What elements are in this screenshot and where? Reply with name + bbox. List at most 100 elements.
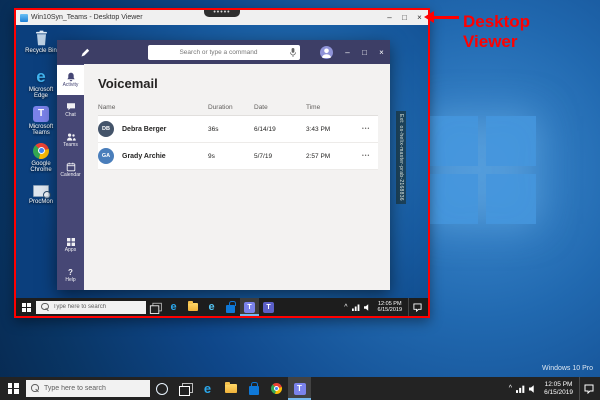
teams-titlebar[interactable]: Search or type a command – □ × [57, 40, 390, 64]
rail-label: Chat [65, 113, 76, 118]
icon-label: Microsoft Edge [21, 87, 61, 100]
avatar: DB [98, 121, 114, 137]
viewer-maximize-button[interactable]: □ [397, 10, 412, 25]
page-title: Voicemail [98, 76, 378, 91]
citrix-viewer-taskbar-icon[interactable]: T [288, 377, 311, 400]
annotation-label: Desktop Viewer [463, 12, 530, 52]
mic-icon[interactable] [290, 48, 296, 57]
network-icon[interactable] [516, 385, 525, 393]
rail-spacer [57, 185, 84, 230]
file-explorer-icon[interactable] [219, 377, 242, 400]
rail-label: Teams [63, 143, 78, 148]
rail-label: Apps [65, 248, 76, 253]
desktop-icon-edge[interactable]: e Microsoft Edge [21, 69, 61, 100]
taskbar-search[interactable]: Type here to search [36, 301, 146, 314]
viewer-titlebar[interactable]: Win10Syn_Teams - Desktop Viewer ••••• – … [16, 10, 428, 25]
teams-meeting-icon[interactable]: T [259, 298, 278, 316]
rail-label: Activity [63, 83, 79, 88]
annotation-arrow [424, 11, 434, 23]
network-icon[interactable] [352, 304, 360, 311]
voicemail-row[interactable]: GA Grady Archie 9s 5/7/19 2:57 PM ••• [98, 143, 378, 170]
teams-maximize-button[interactable]: □ [356, 40, 373, 64]
clock-time: 12:05 PM [378, 301, 402, 307]
windows-wallpaper-logo [428, 116, 536, 224]
rail-item-calendar[interactable]: Calendar [57, 155, 84, 185]
citrix-toolbar-grip[interactable]: ••••• [204, 10, 240, 17]
chat-icon [66, 102, 76, 112]
teams-titlebar-right: – □ × [320, 40, 390, 64]
cortana-icon[interactable] [156, 383, 168, 395]
store-icon[interactable] [221, 298, 240, 316]
volume-icon[interactable] [364, 304, 372, 311]
chrome-icon[interactable] [265, 377, 288, 400]
taskbar-clock[interactable]: 12:05 PM 6/15/2019 [376, 301, 404, 314]
pinned-apps: e T [196, 377, 311, 400]
rail-item-activity[interactable]: Activity [57, 65, 84, 95]
annotation-line1: Desktop [463, 12, 530, 32]
taskbar-search[interactable]: Type here to search [26, 380, 150, 397]
task-view-icon[interactable] [150, 302, 160, 311]
search-icon [41, 303, 50, 312]
action-center-icon[interactable] [579, 377, 598, 400]
teams-search-bar[interactable]: Search or type a command [148, 45, 300, 60]
rail-label: Help [65, 278, 75, 283]
icon-label: Recycle Bin [25, 48, 57, 55]
rail-item-chat[interactable]: Chat [57, 95, 84, 125]
teams-search-placeholder: Search or type a command [148, 49, 290, 56]
edge-icon: e [36, 69, 45, 85]
viewer-minimize-button[interactable]: – [382, 10, 397, 25]
store-icon[interactable] [242, 377, 265, 400]
desktop-icon-procmon[interactable]: ProcMon [21, 182, 61, 206]
voicemail-date: 5/7/19 [254, 153, 306, 160]
clock-time: 12:05 PM [545, 381, 573, 388]
chrome-icon [33, 143, 49, 159]
row-menu-icon[interactable]: ••• [362, 153, 378, 159]
row-menu-icon[interactable]: ••• [362, 126, 378, 132]
column-header-name[interactable]: Name [98, 104, 208, 111]
tray-expand-icon[interactable]: ^ [509, 385, 512, 392]
desktop-icon-teams[interactable]: T Microsoft Teams [21, 106, 61, 137]
edge-icon[interactable]: e [196, 377, 219, 400]
search-placeholder: Type here to search [44, 385, 106, 392]
file-explorer-icon[interactable] [183, 298, 202, 316]
virtual-desktop: Recycle Bin e Microsoft Edge T Microsoft… [16, 25, 428, 316]
column-header-duration[interactable]: Duration [208, 104, 254, 111]
calendar-icon [66, 162, 76, 172]
task-view-icon[interactable] [179, 383, 191, 394]
desktop-icons: Recycle Bin e Microsoft Edge T Microsoft… [21, 30, 61, 205]
edge-icon[interactable]: e [164, 298, 183, 316]
column-header-date[interactable]: Date [254, 104, 306, 111]
volume-icon[interactable] [529, 385, 538, 393]
viewer-window-controls: – □ × [382, 10, 427, 25]
rail-item-teams[interactable]: Teams [57, 125, 84, 155]
annotation-arrow-shaft [434, 16, 459, 19]
rail-item-apps[interactable]: Apps [57, 230, 84, 260]
voicemail-duration: 9s [208, 153, 254, 160]
desktop-icon-recycle-bin[interactable]: Recycle Bin [21, 30, 61, 55]
start-button[interactable] [0, 377, 26, 400]
teams-minimize-button[interactable]: – [339, 40, 356, 64]
logo-pane [428, 116, 478, 166]
user-avatar[interactable] [320, 46, 333, 59]
desktop-icon-chrome[interactable]: Google Chrome [21, 143, 61, 174]
compose-icon[interactable] [81, 48, 90, 57]
tray-expand-icon[interactable]: ^ [344, 304, 347, 311]
system-tray: ^ 12:05 PM 6/15/2019 [509, 377, 600, 400]
rail-item-help[interactable]: ? Help [57, 260, 84, 290]
start-button[interactable] [16, 298, 36, 316]
teams-taskbar-icon[interactable]: T [240, 298, 259, 316]
bell-icon [66, 72, 76, 82]
column-header-time[interactable]: Time [306, 104, 362, 111]
teams-app-rail: Activity Chat Teams [57, 64, 84, 290]
recycle-bin-icon [35, 30, 48, 46]
virtual-taskbar: Type here to search e e T T ^ 12:05 PM [16, 298, 428, 316]
voicemail-row[interactable]: DB Debra Berger 36s 6/14/19 3:43 PM ••• [98, 116, 378, 143]
taskbar-clock[interactable]: 12:05 PM 6/15/2019 [542, 381, 575, 396]
apps-grid-icon [66, 237, 76, 247]
teams-close-button[interactable]: × [373, 40, 390, 64]
edge-beta-icon[interactable]: e [202, 298, 221, 316]
voicemail-time: 3:43 PM [306, 126, 362, 133]
voicemail-date: 6/14/19 [254, 126, 306, 133]
action-center-icon[interactable] [408, 298, 426, 316]
avatar: GA [98, 148, 114, 164]
